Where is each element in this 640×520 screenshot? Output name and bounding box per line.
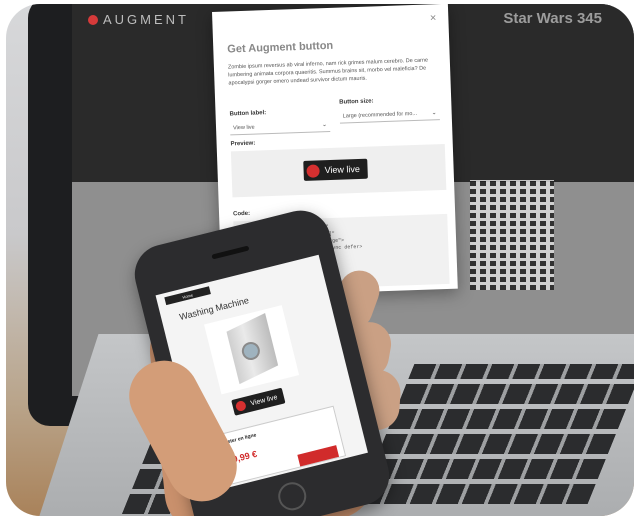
view-live-button[interactable]: View live [231,387,286,416]
add-to-cart-button[interactable] [297,445,340,467]
button-label-label: Button label: [229,110,267,118]
augment-logo-icon [306,163,320,178]
chevron-down-icon: ⌄ [431,110,437,117]
button-size-label: Button size: [339,98,374,106]
augment-logo-icon [234,399,247,413]
phone-speaker [211,245,250,260]
chevron-down-icon: ⌄ [321,122,328,129]
button-label-select[interactable]: View live ⌄ [229,117,331,136]
preview-label: Preview: [230,140,256,148]
augment-logo: AUGMENT [88,12,189,27]
view-live-label: View live [249,393,279,408]
modal-title: Get Augment button [227,39,334,56]
augment-brand-text: AUGMENT [103,12,189,27]
product-image [204,305,300,395]
qr-code-icon [470,180,554,290]
button-size-value: Large (recommended for mo... [342,110,418,119]
button-label-value: View live [232,124,255,131]
augment-logo-icon [88,14,98,25]
button-size-select[interactable]: Large (recommended for mo... ⌄ [339,106,440,124]
page-title: Star Wars 345 [503,10,602,27]
close-icon[interactable]: × [430,12,437,24]
code-label: Code: [232,210,251,218]
phone-tab[interactable]: Home [164,286,211,306]
home-button[interactable] [275,479,310,514]
preview-area: View live [230,143,447,198]
view-live-preview-button[interactable]: View live [303,158,369,181]
photo-scene: AUGMENT Star Wars 345 × Get Augment butt… [6,4,634,516]
view-live-preview-label: View live [324,163,361,176]
modal-description: Zombie ipsum reversus ab viral inferno, … [227,57,429,87]
